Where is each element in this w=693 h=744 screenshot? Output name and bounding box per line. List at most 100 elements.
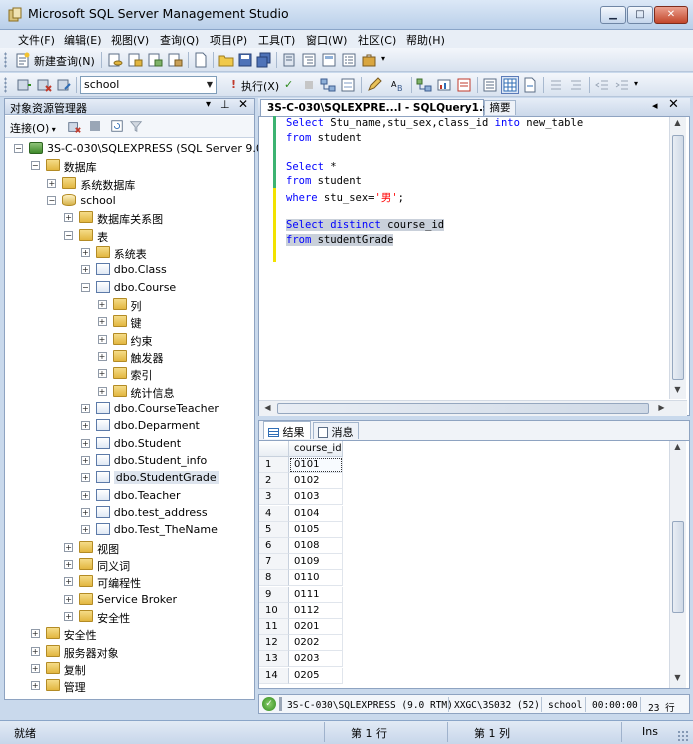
save-all-icon[interactable] [256, 52, 272, 68]
disconnect-icon[interactable] [36, 77, 52, 93]
registered-servers-icon[interactable] [281, 52, 297, 68]
row-number[interactable]: 5 [259, 521, 289, 538]
tab-sqlquery1[interactable]: 3S-C-030\SQLEXPRE...l - SQLQuery1.sql* [260, 99, 506, 116]
menu-file[interactable]: 文件(F) [18, 32, 55, 48]
expand-icon[interactable]: + [97, 386, 107, 396]
cell-course-id[interactable]: 0101 [289, 457, 343, 473]
collapse-icon[interactable]: − [64, 230, 74, 240]
expand-icon[interactable]: + [80, 438, 90, 448]
table-row[interactable]: 9 0111 [259, 586, 343, 603]
code-line[interactable]: Select distinct course_id [286, 219, 445, 232]
expand-icon[interactable]: + [30, 681, 40, 691]
display-plan-icon[interactable] [320, 77, 336, 93]
scroll-down-icon[interactable]: ▼ [670, 385, 685, 394]
expand-icon[interactable]: + [80, 265, 90, 275]
cell-course-id[interactable]: 0112 [289, 602, 343, 619]
table-row[interactable]: 13 0203 [259, 651, 343, 668]
table-row[interactable]: 14 0205 [259, 667, 343, 684]
results-to-text-mode-icon[interactable] [482, 77, 498, 93]
table-row[interactable]: 10 0112 [259, 602, 343, 619]
expand-icon[interactable]: + [64, 594, 74, 604]
row-number[interactable]: 2 [259, 473, 289, 490]
cell-course-id[interactable]: 0109 [289, 554, 343, 571]
results-to-text-icon[interactable] [456, 77, 472, 93]
expand-icon[interactable]: + [30, 646, 40, 656]
menu-window[interactable]: 窗口(W) [306, 32, 347, 48]
filter-icon[interactable] [129, 119, 143, 133]
expand-icon[interactable]: + [80, 507, 90, 517]
expand-icon[interactable]: + [97, 317, 107, 327]
code-line[interactable]: Select * [286, 161, 337, 173]
editor-vertical-scrollbar[interactable]: ▲ ▼ [669, 117, 686, 399]
menu-edit[interactable]: 编辑(E) [64, 32, 102, 48]
row-number[interactable]: 4 [259, 505, 289, 522]
resize-grip[interactable] [677, 730, 689, 742]
scroll-down-icon[interactable]: ▼ [670, 673, 685, 682]
expand-icon[interactable]: + [64, 559, 74, 569]
cell-course-id[interactable]: 0202 [289, 635, 343, 652]
expand-icon[interactable]: + [97, 299, 107, 309]
table-row[interactable]: 5 0105 [259, 521, 343, 538]
expand-icon[interactable]: + [80, 473, 90, 483]
expand-icon[interactable]: + [64, 542, 74, 552]
minimize-button[interactable]: ▁ [600, 6, 626, 24]
row-number[interactable]: 13 [259, 651, 289, 668]
row-number[interactable]: 14 [259, 667, 289, 684]
collapse-icon[interactable]: − [80, 282, 90, 292]
row-number[interactable]: 7 [259, 554, 289, 571]
tab-messages[interactable]: 消息 [313, 422, 359, 439]
row-number[interactable]: 12 [259, 635, 289, 652]
row-number[interactable]: 8 [259, 570, 289, 587]
close-button[interactable]: ✕ [654, 6, 688, 24]
menu-tools[interactable]: 工具(T) [258, 32, 295, 48]
collapse-icon[interactable]: − [14, 144, 23, 153]
expand-icon[interactable]: + [30, 629, 40, 639]
table-row[interactable]: 12 0202 [259, 635, 343, 652]
cell-course-id[interactable]: 0201 [289, 619, 343, 635]
scrollbar-thumb[interactable] [277, 403, 649, 414]
expand-icon[interactable]: + [30, 663, 40, 673]
expand-icon[interactable]: + [64, 611, 74, 621]
code-line[interactable]: where stu_sex='男'; [286, 190, 404, 205]
collapse-icon[interactable]: − [47, 195, 57, 205]
expand-icon[interactable]: + [80, 403, 90, 413]
comment-icon[interactable] [548, 77, 564, 93]
toolbar-grip[interactable] [4, 52, 7, 68]
disconnect-icon[interactable] [67, 120, 81, 134]
cell-course-id[interactable]: 0111 [289, 586, 343, 603]
execute-button[interactable]: 执行(X) [241, 78, 279, 94]
table-row[interactable]: 8 0110 [259, 570, 343, 587]
cell-course-id[interactable]: 0108 [289, 538, 343, 554]
results-to-grid-icon[interactable] [501, 76, 519, 94]
refresh-icon[interactable] [110, 119, 124, 133]
toolbar-overflow-icon[interactable]: ▾ [634, 79, 638, 88]
panel-dropdown-icon[interactable]: ▾ [206, 99, 211, 110]
menu-help[interactable]: 帮助(H) [406, 32, 445, 48]
expand-icon[interactable]: + [97, 369, 107, 379]
tab-results[interactable]: 结果 [263, 421, 311, 439]
collapse-icon[interactable]: − [30, 161, 40, 171]
stop-icon[interactable] [90, 121, 100, 131]
toolbar-grip[interactable] [4, 77, 7, 93]
expand-icon[interactable]: + [80, 525, 90, 535]
cell-course-id[interactable]: 0203 [289, 651, 343, 668]
scroll-up-icon[interactable]: ▲ [670, 442, 685, 451]
expand-icon[interactable]: + [80, 247, 90, 257]
template-explorer-icon[interactable] [321, 52, 337, 68]
table-row[interactable]: 1 0101 [259, 457, 343, 473]
change-connection-icon[interactable] [56, 77, 72, 93]
decrease-indent-icon[interactable] [594, 77, 610, 93]
tab-summary[interactable]: 摘要 [484, 100, 516, 115]
editor-horizontal-scrollbar[interactable]: ◀ ▶ [259, 400, 687, 416]
panel-close-icon[interactable]: ✕ [238, 97, 248, 111]
new-query-button[interactable]: 新建查询(N) [34, 53, 95, 69]
menu-view[interactable]: 视图(V) [111, 32, 149, 48]
cell-course-id[interactable]: 0205 [289, 667, 343, 684]
include-plan-icon[interactable] [416, 77, 432, 93]
row-number[interactable]: 10 [259, 602, 289, 619]
maximize-button[interactable]: □ [627, 6, 653, 24]
expand-icon[interactable]: + [47, 178, 57, 188]
menu-community[interactable]: 社区(C) [358, 32, 396, 48]
expand-icon[interactable]: + [97, 334, 107, 344]
properties-icon[interactable] [341, 52, 357, 68]
